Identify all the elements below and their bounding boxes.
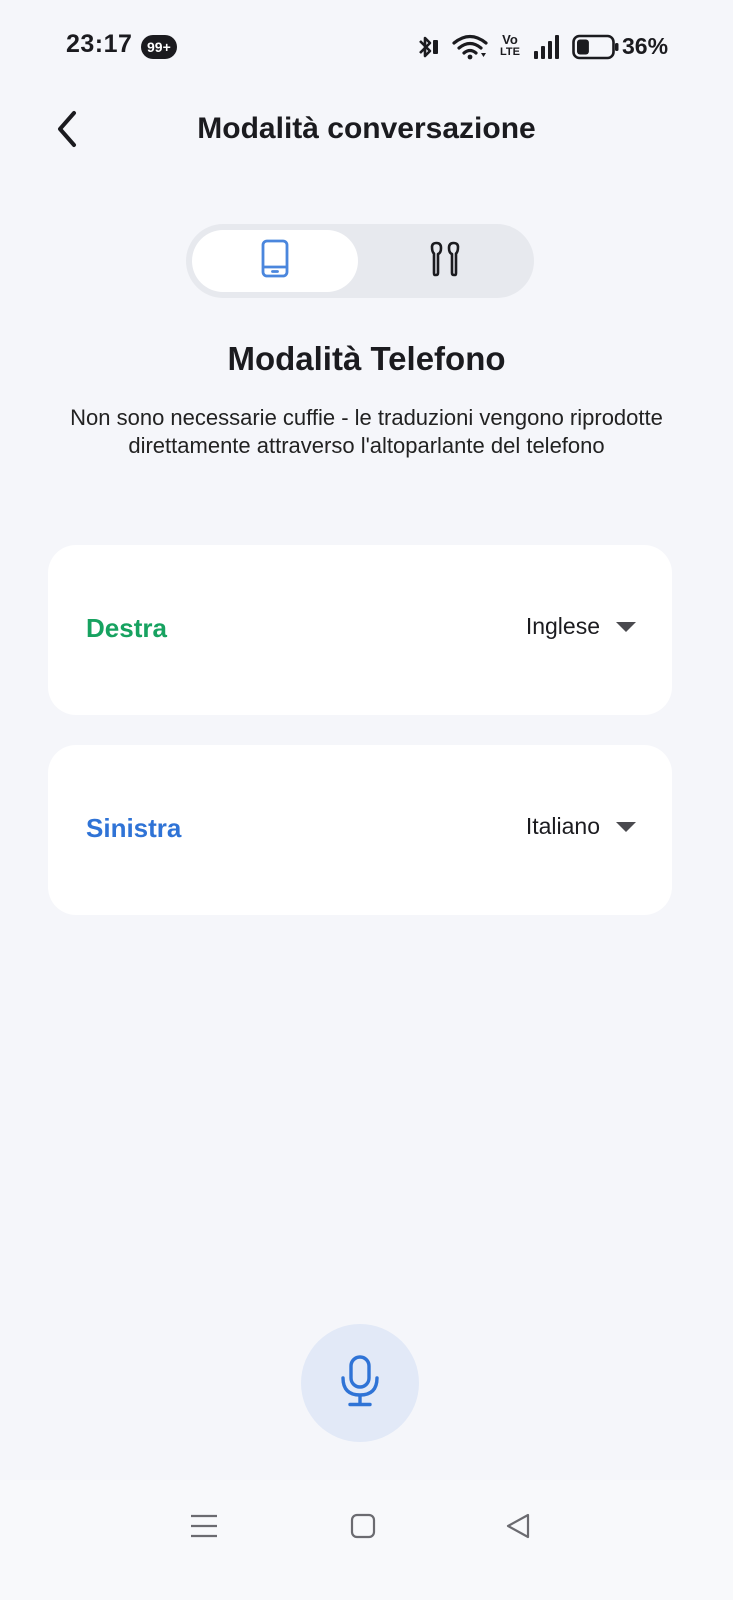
language-value-left: Italiano [525,813,600,839]
notification-badge: 99+ [141,35,177,59]
earbuds-mode-tab[interactable] [362,230,528,292]
speaker-card-left: Sinistra Italiano [48,745,672,915]
home-icon [350,1513,376,1544]
signal-icon [533,34,561,65]
language-select-right[interactable]: Inglese [526,613,636,640]
volte-icon: Vo LTE [497,32,523,62]
menu-icon [190,1513,218,1544]
battery-icon [572,34,620,65]
caret-down-icon [616,821,636,832]
system-back-button[interactable] [488,1506,548,1550]
back-triangle-icon [505,1512,531,1545]
mode-description: Non sono necessarie cuffie - le traduzio… [70,405,663,458]
speaker-label-left: Sinistra [86,813,182,843]
speaker-label-right: Destra [86,613,167,643]
home-button[interactable] [333,1506,393,1550]
earbuds-icon [427,241,463,282]
microphone-icon [338,1354,382,1413]
phone-mode-tab[interactable] [192,230,358,292]
system-navigation-bar [0,1480,733,1600]
battery-percent: 36% [622,33,669,59]
speaker-card-right: Destra Inglese [48,545,672,715]
volte-top-text: Vo [502,32,518,47]
page-title: Modalità conversazione [197,112,536,145]
bluetooth-icon [414,33,442,66]
status-time: 23:17 [66,30,133,58]
mode-switch [186,224,534,298]
wifi-icon [452,34,488,65]
phone-icon [260,239,290,284]
caret-down-icon [616,621,636,632]
conversation-mode-screen: 23:17 99+ Vo LTE 36% Modalità conversazi… [0,0,733,1600]
volte-bottom-text: LTE [500,46,520,58]
microphone-button[interactable] [301,1324,419,1442]
recent-apps-button[interactable] [174,1506,234,1550]
mode-title: Modalità Telefono [227,340,506,377]
status-bar: 23:17 99+ Vo LTE 36% [0,0,733,96]
language-value-right: Inglese [525,613,600,639]
language-select-left[interactable]: Italiano [526,813,636,840]
